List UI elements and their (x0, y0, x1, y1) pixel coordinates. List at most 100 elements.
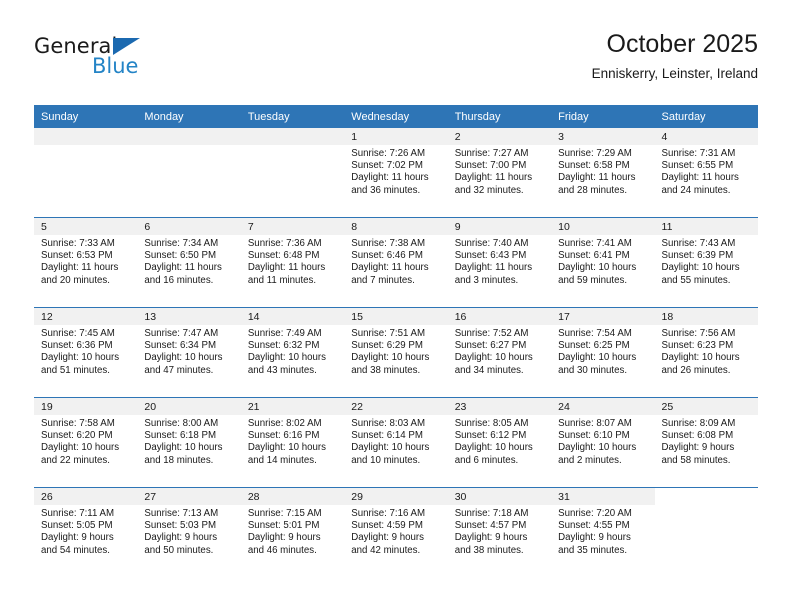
calendar-header-row: Sunday Monday Tuesday Wednesday Thursday… (34, 105, 758, 128)
page-subtitle-location: Enniskerry, Leinster, Ireland (591, 66, 758, 81)
calendar-day-cell[interactable]: 26 Sunrise: 7:11 AM Sunset: 5:05 PM Dayligh… (34, 487, 138, 577)
calendar-day-cell[interactable]: 16 Sunrise: 7:52 AM Sunset: 6:27 PM Dayligh… (447, 307, 552, 398)
calendar-day-cell[interactable] (654, 487, 758, 577)
page-title: October 2025 (606, 30, 759, 58)
sunset-time: Sunset: 6:23 PM (661, 340, 734, 352)
sunrise-time: Sunrise: 7:49 AM (247, 328, 322, 339)
calendar-day-cell[interactable]: 15 Sunrise: 7:51 AM Sunset: 6:29 PM Dayligh… (344, 307, 448, 398)
sunrise-time: Sunrise: 7:26 AM (351, 148, 426, 159)
calendar-day-cell[interactable]: 22 Sunrise: 8:03 AM Sunset: 6:14 PM Dayligh… (344, 397, 448, 488)
calendar-day-cell[interactable]: 10 Sunrise: 7:41 AM Sunset: 6:41 PM Dayligh… (551, 217, 655, 308)
calendar-day-cell[interactable]: 11 Sunrise: 7:43 AM Sunset: 6:39 PM Dayligh… (654, 217, 758, 308)
sunset-time: Sunset: 6:20 PM (41, 430, 113, 442)
calendar-day-cell[interactable]: 28 Sunrise: 7:15 AM Sunset: 5:01 PM Dayligh… (240, 487, 345, 577)
sunrise-time: Sunrise: 8:07 AM (558, 418, 632, 429)
calendar-day-cell[interactable]: 20 Sunrise: 8:00 AM Sunset: 6:18 PM Dayligh… (137, 397, 241, 488)
day-number (654, 488, 758, 505)
daylight-duration-line1: Daylight: 10 hours (661, 352, 740, 364)
daylight-duration-line2: and 26 minutes. (661, 364, 731, 376)
day-number (137, 128, 241, 145)
sunset-time: Sunset: 6:14 PM (351, 430, 423, 442)
calendar-day-cell[interactable]: 3 Sunrise: 7:29 AM Sunset: 6:58 PM Daylight… (551, 128, 655, 218)
day-number: 10 (551, 218, 655, 235)
daylight-duration-line1: Daylight: 10 hours (144, 442, 223, 454)
day-number: 29 (344, 488, 448, 505)
sunset-time: Sunset: 6:27 PM (454, 340, 527, 352)
day-sun-info: Sunrise: 7:33 AM Sunset: 6:53 PM Daylight:… (34, 235, 137, 287)
calendar-day-cell[interactable]: 30 Sunrise: 7:18 AM Sunset: 4:57 PM Dayligh… (447, 487, 552, 577)
calendar-day-cell[interactable]: 9 Sunrise: 7:40 AM Sunset: 6:43 PM Daylight… (447, 217, 552, 308)
sunrise-time: Sunrise: 8:00 AM (144, 418, 219, 429)
calendar-day-cell[interactable]: 25 Sunrise: 8:09 AM Sunset: 6:08 PM Dayligh… (654, 397, 758, 488)
calendar-day-cell[interactable]: 6 Sunrise: 7:34 AM Sunset: 6:50 PM Daylight… (137, 217, 241, 308)
day-number: 13 (137, 308, 241, 325)
day-sun-info: Sunrise: 7:43 AM Sunset: 6:39 PM Daylight:… (655, 235, 758, 287)
day-number: 14 (240, 308, 345, 325)
day-cell-content: 5 Sunrise: 7:33 AM Sunset: 6:53 PM Daylight… (34, 218, 138, 307)
sunset-time: Sunset: 6:34 PM (144, 340, 217, 352)
day-number: 4 (654, 128, 758, 145)
calendar-day-cell[interactable]: 18 Sunrise: 7:56 AM Sunset: 6:23 PM Dayligh… (654, 307, 758, 398)
calendar-day-cell[interactable]: 24 Sunrise: 8:07 AM Sunset: 6:10 PM Dayligh… (551, 397, 655, 488)
day-cell-content: 31 Sunrise: 7:20 AM Sunset: 4:55 PM Dayligh… (551, 488, 655, 577)
calendar-day-cell[interactable]: 19 Sunrise: 7:58 AM Sunset: 6:20 PM Dayligh… (34, 397, 138, 488)
sunset-time: Sunset: 6:55 PM (661, 160, 734, 172)
sunset-time: Sunset: 6:10 PM (558, 430, 630, 442)
calendar-day-cell[interactable]: 7 Sunrise: 7:36 AM Sunset: 6:48 PM Daylight… (240, 217, 345, 308)
calendar-week-row: 26 Sunrise: 7:11 AM Sunset: 5:05 PM Dayligh… (34, 487, 758, 577)
calendar-day-cell[interactable] (240, 128, 345, 218)
day-cell-content: 29 Sunrise: 7:16 AM Sunset: 4:59 PM Dayligh… (344, 488, 448, 577)
sunrise-time: Sunrise: 8:02 AM (247, 418, 322, 429)
daylight-duration-line1: Daylight: 10 hours (247, 442, 326, 454)
day-sun-info: Sunrise: 7:49 AM Sunset: 6:32 PM Daylight:… (241, 325, 344, 377)
day-sun-info: Sunrise: 7:16 AM Sunset: 4:59 PM Daylight:… (344, 505, 447, 557)
calendar-day-cell[interactable]: 14 Sunrise: 7:49 AM Sunset: 6:32 PM Dayligh… (240, 307, 345, 398)
day-sun-info: Sunrise: 7:58 AM Sunset: 6:20 PM Daylight:… (34, 415, 137, 467)
calendar-week-row: 12 Sunrise: 7:45 AM Sunset: 6:36 PM Dayligh… (34, 307, 758, 398)
sunrise-time: Sunrise: 7:43 AM (661, 238, 736, 249)
calendar-day-cell[interactable]: 21 Sunrise: 8:02 AM Sunset: 6:16 PM Dayligh… (240, 397, 345, 488)
calendar-day-cell[interactable]: 29 Sunrise: 7:16 AM Sunset: 4:59 PM Dayligh… (344, 487, 448, 577)
day-cell-content: 6 Sunrise: 7:34 AM Sunset: 6:50 PM Daylight… (137, 218, 241, 307)
calendar-day-cell[interactable]: 5 Sunrise: 7:33 AM Sunset: 6:53 PM Daylight… (34, 217, 138, 308)
calendar-day-cell[interactable]: 27 Sunrise: 7:13 AM Sunset: 5:03 PM Dayligh… (137, 487, 241, 577)
daylight-duration-line1: Daylight: 10 hours (454, 442, 533, 454)
day-sun-info: Sunrise: 7:29 AM Sunset: 6:58 PM Daylight:… (551, 145, 654, 197)
calendar-day-cell[interactable]: 17 Sunrise: 7:54 AM Sunset: 6:25 PM Dayligh… (551, 307, 655, 398)
calendar-day-cell[interactable] (34, 128, 138, 218)
day-number: 26 (34, 488, 138, 505)
sunset-time: Sunset: 4:59 PM (351, 520, 423, 532)
daylight-duration-line2: and 50 minutes. (144, 544, 214, 556)
daylight-duration-line1: Daylight: 10 hours (558, 262, 637, 274)
daylight-duration-line2: and 38 minutes. (454, 544, 524, 556)
calendar-week-row: 5 Sunrise: 7:33 AM Sunset: 6:53 PM Daylight… (34, 217, 758, 308)
sunrise-time: Sunrise: 7:47 AM (144, 328, 219, 339)
calendar-page: General Blue October 2025 Enniskerry, Le… (0, 0, 792, 612)
calendar-day-cell[interactable]: 12 Sunrise: 7:45 AM Sunset: 6:36 PM Dayligh… (34, 307, 138, 398)
calendar-day-cell[interactable]: 23 Sunrise: 8:05 AM Sunset: 6:12 PM Dayligh… (447, 397, 552, 488)
day-number: 28 (240, 488, 345, 505)
calendar-day-cell[interactable]: 4 Sunrise: 7:31 AM Sunset: 6:55 PM Daylight… (654, 128, 758, 218)
calendar-day-cell[interactable]: 2 Sunrise: 7:27 AM Sunset: 7:00 PM Daylight… (447, 128, 552, 218)
day-number: 8 (344, 218, 448, 235)
calendar-day-cell[interactable]: 31 Sunrise: 7:20 AM Sunset: 4:55 PM Dayligh… (551, 487, 655, 577)
day-number: 15 (344, 308, 448, 325)
general-blue-logo: General Blue (34, 36, 184, 84)
day-sun-info: Sunrise: 7:51 AM Sunset: 6:29 PM Daylight:… (344, 325, 447, 377)
day-cell-content: 8 Sunrise: 7:38 AM Sunset: 6:46 PM Daylight… (344, 218, 448, 307)
day-cell-content (654, 488, 758, 577)
sunrise-time: Sunrise: 7:52 AM (454, 328, 529, 339)
calendar-day-cell[interactable]: 13 Sunrise: 7:47 AM Sunset: 6:34 PM Dayligh… (137, 307, 241, 398)
day-number: 21 (240, 398, 345, 415)
day-number: 11 (654, 218, 758, 235)
daylight-duration-line1: Daylight: 10 hours (144, 352, 223, 364)
day-sun-info: Sunrise: 8:07 AM Sunset: 6:10 PM Daylight:… (551, 415, 654, 467)
daylight-duration-line1: Daylight: 10 hours (41, 442, 120, 454)
sunrise-time: Sunrise: 7:36 AM (247, 238, 322, 249)
calendar-day-cell[interactable]: 8 Sunrise: 7:38 AM Sunset: 6:46 PM Daylight… (344, 217, 448, 308)
calendar-day-cell[interactable] (137, 128, 241, 218)
day-number: 17 (551, 308, 655, 325)
daylight-duration-line2: and 2 minutes. (558, 454, 622, 466)
calendar-day-cell[interactable]: 1 Sunrise: 7:26 AM Sunset: 7:02 PM Daylight… (344, 128, 448, 218)
weekday-header-tuesday: Tuesday (240, 105, 345, 128)
